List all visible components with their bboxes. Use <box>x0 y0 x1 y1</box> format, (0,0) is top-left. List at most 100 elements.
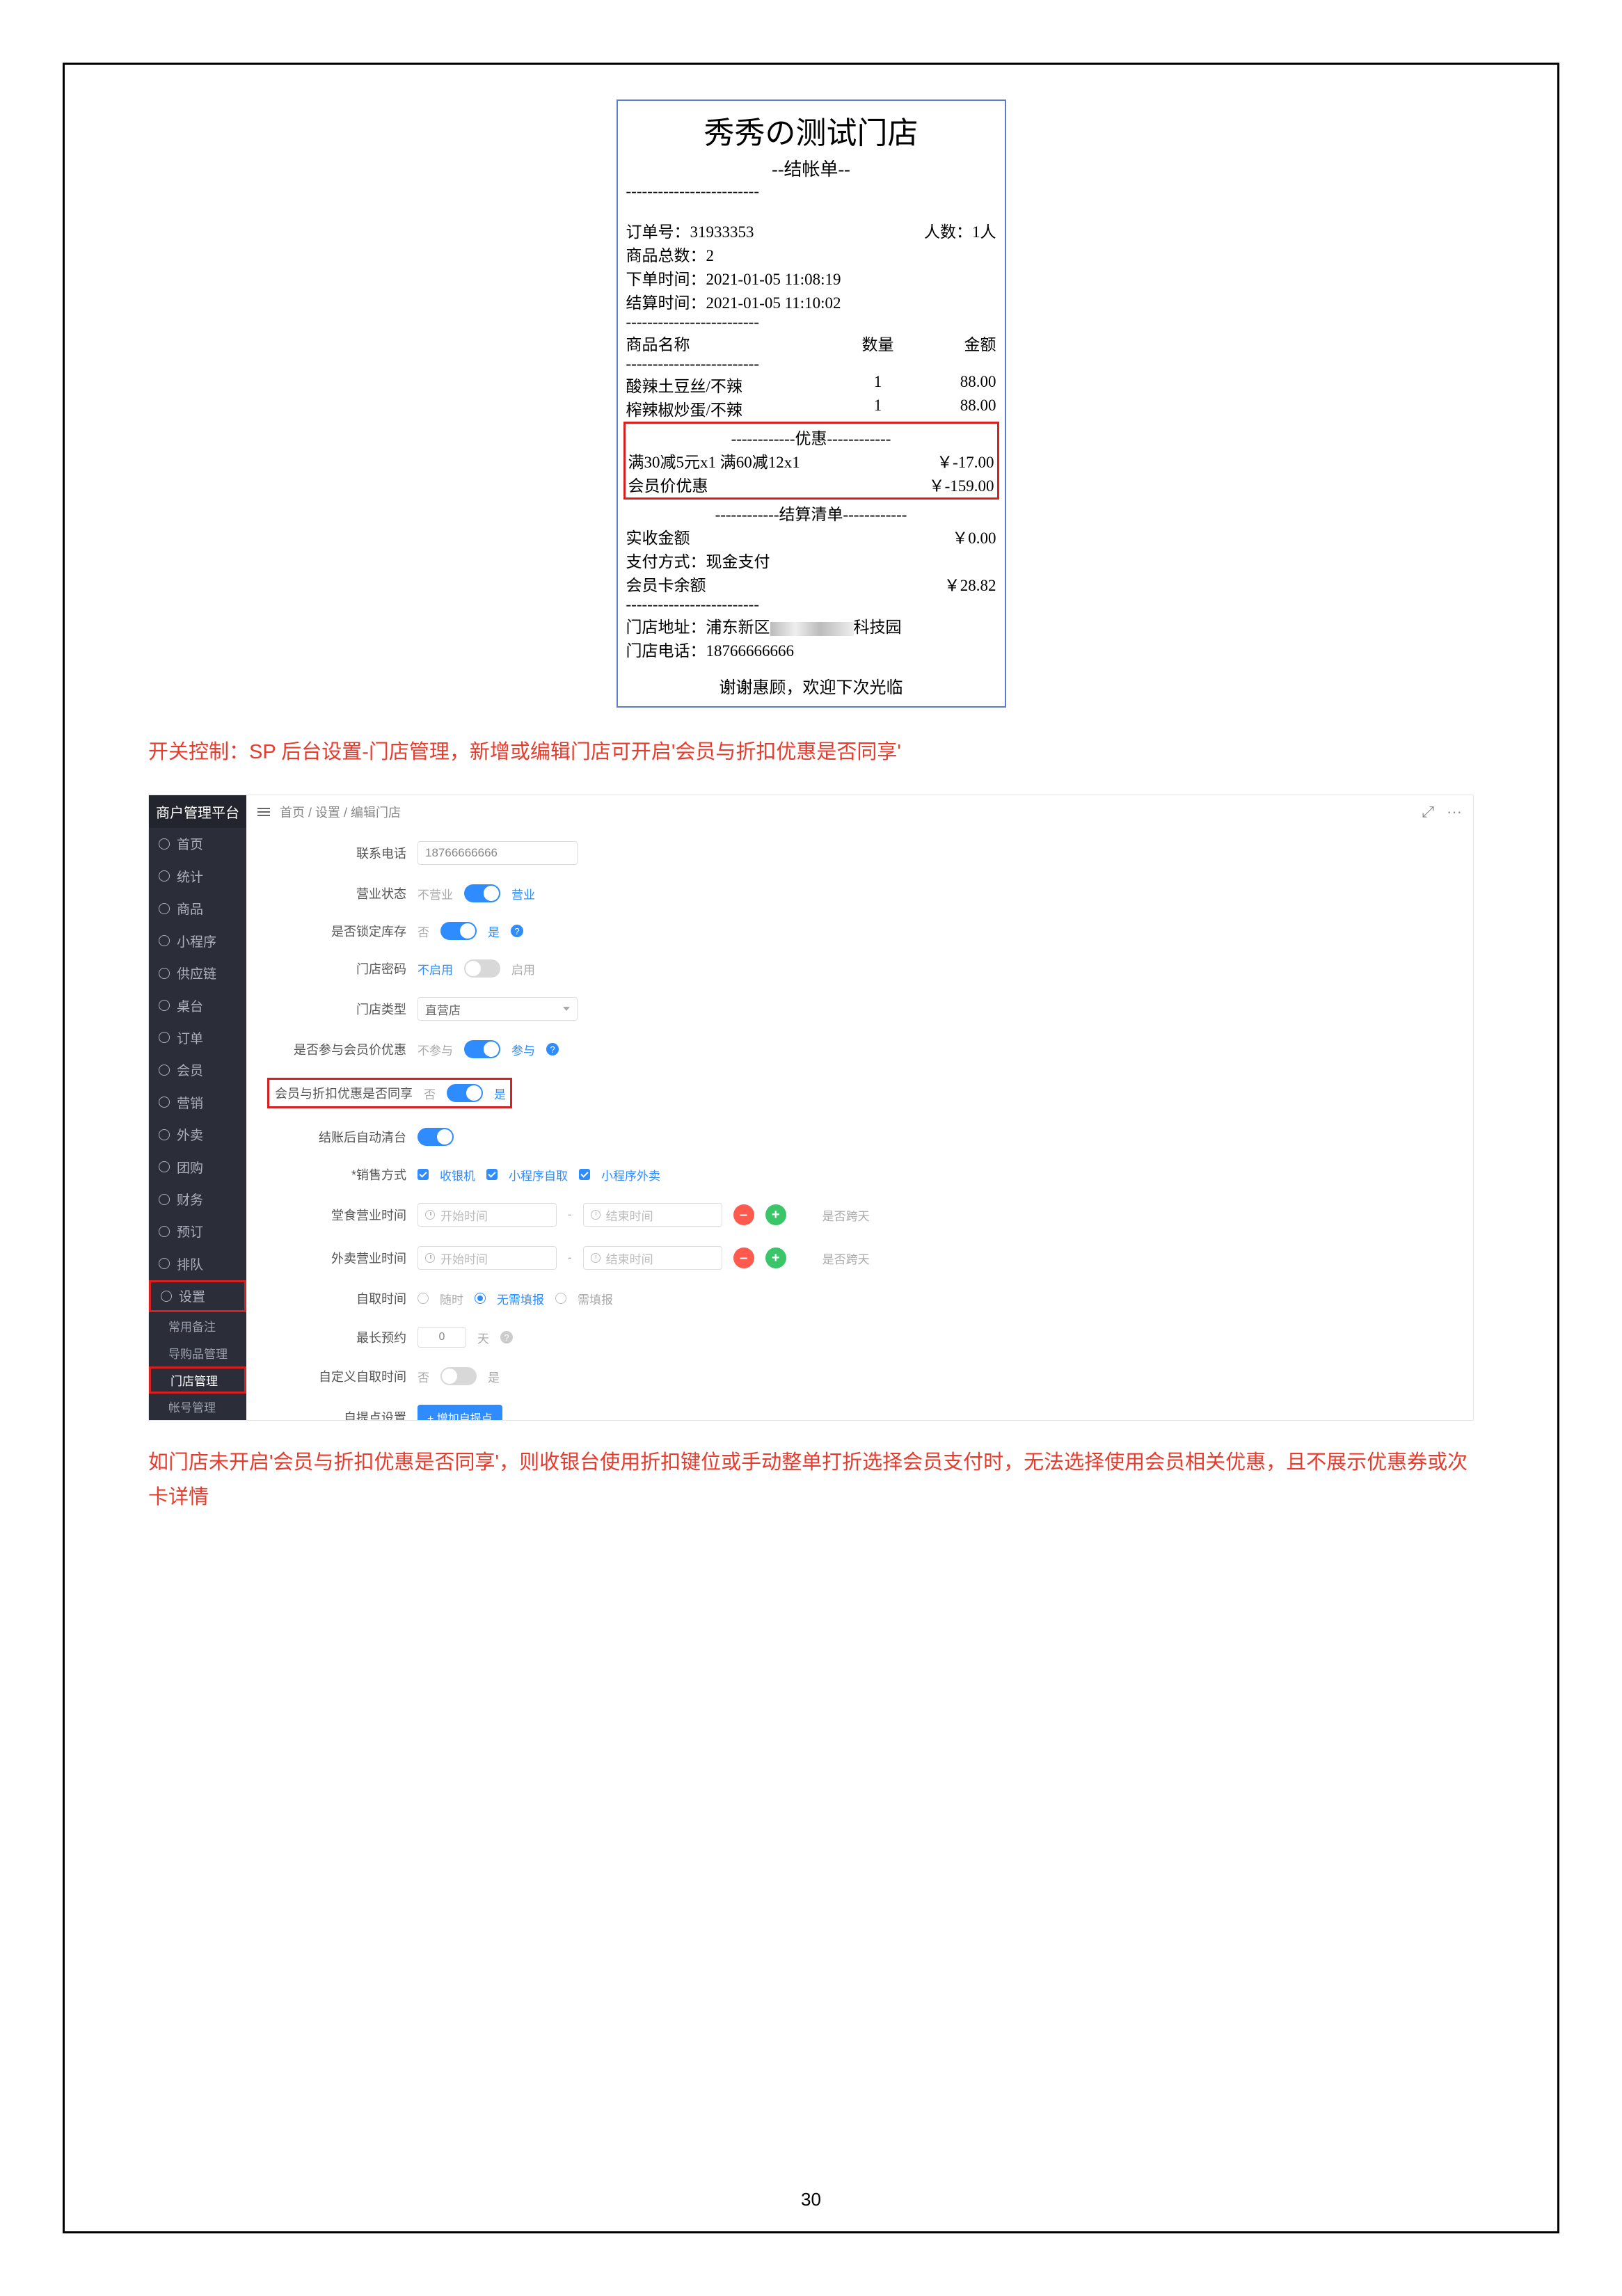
checkbox-mini-delivery[interactable] <box>579 1169 590 1180</box>
member-participate-toggle[interactable] <box>464 1040 500 1058</box>
sidebar-label: 订单 <box>177 1028 203 1047</box>
hamburger-icon[interactable] <box>257 808 270 816</box>
circle-icon <box>159 903 170 914</box>
dine-start-input[interactable]: 开始时间 <box>418 1203 557 1227</box>
delivery-start-input[interactable]: 开始时间 <box>418 1246 557 1270</box>
col-amount: 金额 <box>906 331 996 355</box>
store-pwd-toggle[interactable] <box>464 959 500 978</box>
days-unit: 天 <box>477 1329 489 1346</box>
pay-method-label: 支付方式： <box>626 553 706 571</box>
field-label: 最长预约 <box>274 1328 406 1346</box>
people-label: 人数： <box>924 223 972 241</box>
delete-time-button[interactable]: – <box>733 1247 754 1268</box>
sidebar-item-stats[interactable]: 统计 <box>149 860 246 892</box>
sidebar-item-settings[interactable]: 设置 <box>149 1280 246 1313</box>
settle-time-label: 结算时间： <box>626 294 706 312</box>
form-row-custom-pickup: 自定义自取时间 否 是 <box>274 1367 1445 1385</box>
promo-divider: ------------优惠------------ <box>628 425 994 449</box>
sidebar-item-reserve[interactable]: 预订 <box>149 1215 246 1247</box>
auto-clear-toggle[interactable] <box>418 1128 454 1146</box>
order-no: 31933353 <box>690 223 754 241</box>
sidebar-sub-store-mgmt[interactable]: 门店管理 <box>149 1366 246 1394</box>
more-icon[interactable]: ··· <box>1447 803 1462 821</box>
circle-icon <box>159 1065 170 1076</box>
expand-icon[interactable]: ⤢ <box>1422 803 1434 821</box>
sidebar-item-home[interactable]: 首页 <box>149 828 246 860</box>
balance-label: 会员卡余额 <box>626 572 706 596</box>
add-pickup-point-button[interactable]: + 增加自提点 <box>418 1405 502 1420</box>
member-price-value: ￥-159.00 <box>929 472 994 496</box>
participate-text: 参与 <box>511 1041 535 1058</box>
add-time-button[interactable]: + <box>765 1247 786 1268</box>
yes-text: 是 <box>494 1085 506 1102</box>
shop-title: 秀秀の测试门店 <box>626 108 996 152</box>
cross-day-label: 是否跨天 <box>822 1250 870 1267</box>
sidebar-brand: 商户管理平台 <box>149 795 246 827</box>
sidebar-sub-guide[interactable]: 导购品管理 <box>149 1339 246 1366</box>
form-row-member-share: 会员与折扣优惠是否同享 否 是 <box>273 1084 506 1102</box>
store-type-select[interactable]: 直营店 <box>418 997 578 1021</box>
status-toggle[interactable] <box>464 884 500 902</box>
sidebar-item-queue[interactable]: 排队 <box>149 1247 246 1279</box>
sidebar-item-miniapp[interactable]: 小程序 <box>149 925 246 957</box>
sidebar-item-marketing[interactable]: 营销 <box>149 1086 246 1118</box>
delete-time-button[interactable]: – <box>733 1204 754 1225</box>
placeholder: 结束时间 <box>606 1206 653 1224</box>
placeholder: 结束时间 <box>606 1250 653 1267</box>
sidebar-item-delivery[interactable]: 外卖 <box>149 1119 246 1151</box>
sidebar-item-table[interactable]: 桌台 <box>149 989 246 1021</box>
max-reserve-input[interactable] <box>418 1327 466 1348</box>
form-row-store-pwd: 门店密码 不启用 启用 <box>274 959 1445 978</box>
phone-input[interactable]: 18766666666 <box>418 841 578 865</box>
page-border: 秀秀の测试门店 --结帐单-- ------------------------… <box>63 63 1559 2233</box>
sidebar-sub-notes[interactable]: 常用备注 <box>149 1312 246 1339</box>
settle-time-row: 结算时间：2021-01-05 11:10:02 <box>626 289 996 313</box>
yes-text: 是 <box>488 1368 500 1385</box>
settle-time: 2021-01-05 11:10:02 <box>706 294 841 312</box>
admin-main: 首页 / 设置 / 编辑门店 ⤢ ··· 联系电话 18766666666 营业… <box>246 795 1473 1420</box>
sidebar-item-finance[interactable]: 财务 <box>149 1183 246 1215</box>
phone-row: 门店电话：18766666666 <box>626 637 996 661</box>
sidebar-label: 排队 <box>177 1254 203 1273</box>
sidebar-item-supply[interactable]: 供应链 <box>149 957 246 989</box>
sidebar-sub-account[interactable]: 帐号管理 <box>149 1394 246 1421</box>
col-qty: 数量 <box>850 331 906 355</box>
order-time-row: 下单时间：2021-01-05 11:08:19 <box>626 266 996 289</box>
sidebar-item-member[interactable]: 会员 <box>149 1054 246 1086</box>
custom-pickup-toggle[interactable] <box>440 1367 477 1385</box>
form-row-status: 营业状态 不营业 营业 <box>274 884 1445 902</box>
checkbox-mini-pickup[interactable] <box>486 1169 498 1180</box>
checkbox-pos[interactable] <box>418 1169 429 1180</box>
received-label: 实收金额 <box>626 525 690 548</box>
delivery-end-input[interactable]: 结束时间 <box>583 1246 722 1270</box>
radio-need[interactable] <box>555 1293 566 1304</box>
sidebar-item-goods[interactable]: 商品 <box>149 893 246 925</box>
radio-noneed[interactable] <box>475 1293 486 1304</box>
dine-end-input[interactable]: 结束时间 <box>583 1203 722 1227</box>
sidebar: 商户管理平台 首页 统计 商品 小程序 供应链 桌台 订单 会员 营销 外卖 团… <box>149 795 246 1420</box>
help-icon[interactable]: ? <box>511 925 523 937</box>
disabled-text: 不启用 <box>418 960 453 978</box>
sidebar-item-order[interactable]: 订单 <box>149 1021 246 1053</box>
help-icon[interactable]: ? <box>546 1043 559 1055</box>
item-qty: 1 <box>850 397 906 420</box>
help-icon[interactable]: ? <box>500 1331 513 1344</box>
col-name: 商品名称 <box>626 331 850 355</box>
add-time-button[interactable]: + <box>765 1204 786 1225</box>
goods-count-row: 商品总数：2 <box>626 242 996 266</box>
admin-topbar: 首页 / 设置 / 编辑门店 ⤢ ··· <box>246 795 1473 829</box>
form-row-pickup-time: 自取时间 随时 无需填报 需填报 <box>274 1289 1445 1307</box>
circle-icon <box>159 1226 170 1237</box>
member-share-toggle[interactable] <box>447 1084 483 1102</box>
address-prefix: 浦东新区 <box>706 619 770 636</box>
sidebar-sub-label: 导购品管理 <box>168 1344 228 1362</box>
order-row: 订单号：31933353 人数：1人 <box>626 218 996 242</box>
radio-label: 随时 <box>440 1290 463 1307</box>
circle-icon <box>159 968 170 979</box>
sidebar-label: 会员 <box>177 1060 203 1079</box>
phone-value: 18766666666 <box>706 642 795 660</box>
sidebar-item-group[interactable]: 团购 <box>149 1151 246 1183</box>
dash: ------------------------- <box>626 596 996 614</box>
lock-stock-toggle[interactable] <box>440 922 477 940</box>
radio-anytime[interactable] <box>418 1293 429 1304</box>
